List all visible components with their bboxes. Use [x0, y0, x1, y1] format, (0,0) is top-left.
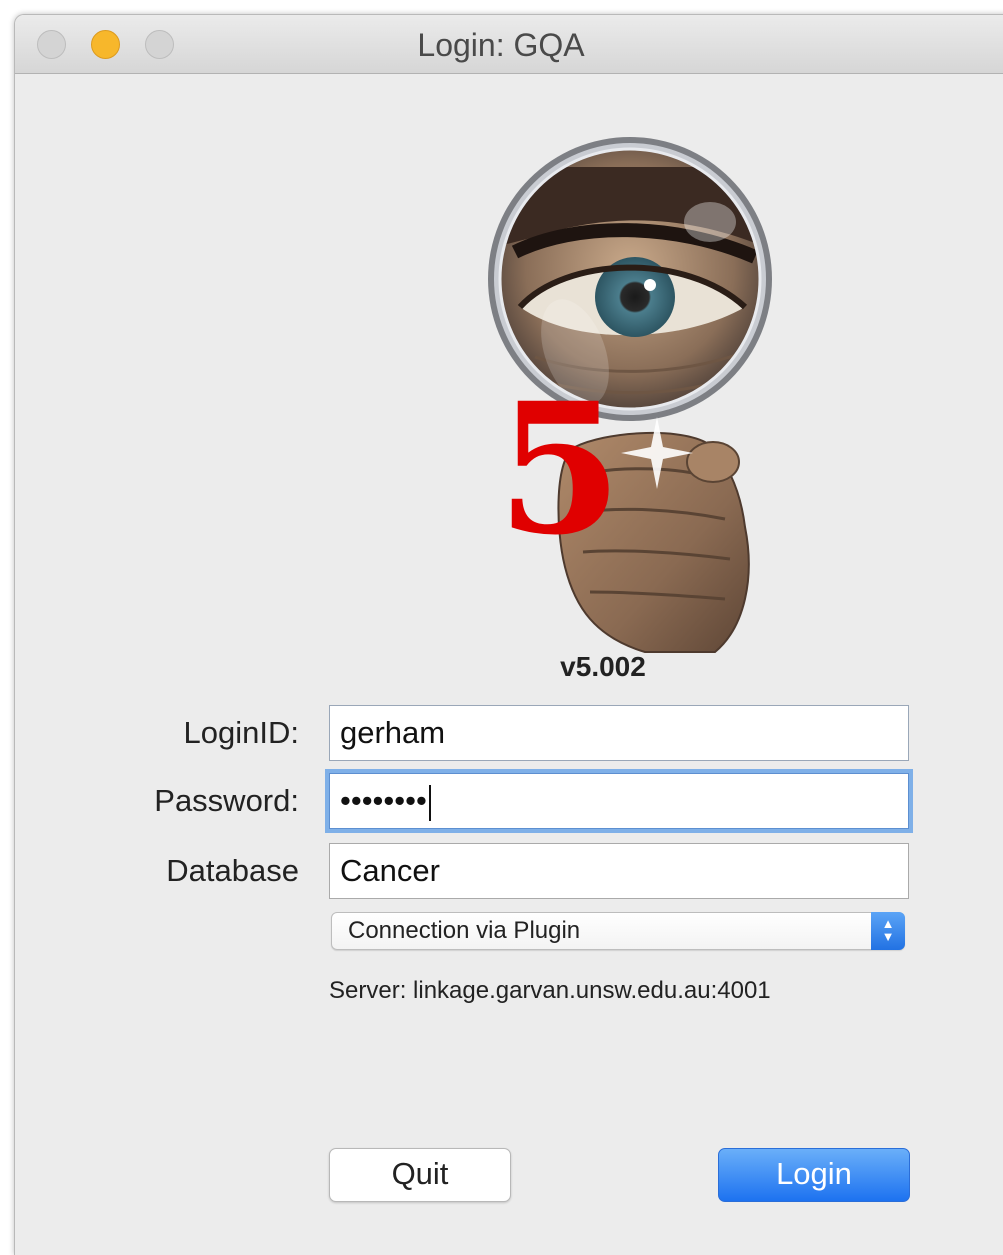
password-value: •••••••• [340, 783, 427, 818]
password-field[interactable]: •••••••• [329, 773, 909, 829]
login-window: Login: GQA 5 v5.002 LoginID: gerham Pass… [14, 14, 1003, 1255]
database-label: Database [166, 853, 299, 888]
login-button[interactable]: Login [718, 1148, 910, 1202]
chevron-up-down-icon: ▲ ▼ [871, 912, 905, 950]
connection-select[interactable]: Connection via Plugin ▲ ▼ [331, 912, 905, 950]
text-caret [428, 784, 431, 821]
server-address: Server: linkage.garvan.unsw.edu.au:4001 [329, 977, 771, 1004]
magnifying-glass-logo: 5 [488, 137, 772, 653]
title-bar: Login: GQA [15, 15, 1003, 74]
login-id-label: LoginID: [183, 715, 299, 750]
svg-text:5: 5 [497, 364, 622, 575]
login-id-field[interactable] [329, 705, 909, 761]
password-label: Password: [154, 783, 299, 818]
quit-button[interactable]: Quit [329, 1148, 511, 1202]
connection-selected-value: Connection via Plugin [348, 917, 581, 944]
app-version: v5.002 [560, 651, 646, 682]
window-title: Login: GQA [417, 27, 585, 63]
database-field[interactable] [329, 843, 909, 899]
